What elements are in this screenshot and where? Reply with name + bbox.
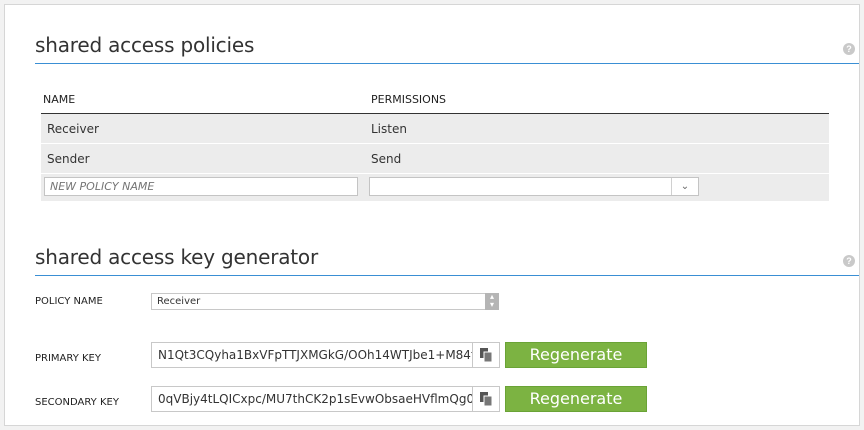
copy-icon bbox=[480, 392, 492, 406]
policies-title: shared access policies bbox=[35, 33, 255, 57]
regenerate-secondary-button[interactable]: Regenerate bbox=[505, 386, 647, 412]
policies-divider bbox=[35, 63, 859, 64]
select-arrows-icon[interactable]: ▴ ▾ bbox=[485, 293, 499, 310]
main-panel: shared access policies ? NAME PERMISSION… bbox=[4, 4, 860, 426]
permissions-select[interactable]: ⌄ bbox=[369, 177, 699, 196]
chevron-down-icon[interactable]: ⌄ bbox=[671, 178, 698, 195]
copy-primary-key-button[interactable] bbox=[473, 342, 500, 368]
column-header-name: NAME bbox=[43, 93, 76, 106]
policy-permission-cell: Send bbox=[371, 152, 402, 166]
policy-name-cell: Sender bbox=[47, 152, 90, 166]
new-policy-name-input[interactable] bbox=[44, 177, 358, 196]
table-row[interactable]: Receiver Listen bbox=[41, 114, 829, 144]
generator-divider bbox=[35, 275, 859, 276]
table-header: NAME PERMISSIONS bbox=[41, 87, 829, 114]
table-row[interactable]: Sender Send bbox=[41, 144, 829, 174]
column-header-permissions: PERMISSIONS bbox=[371, 93, 447, 106]
secondary-key-field[interactable]: 0qVBjy4tLQICxpc/MU7thCK2p1sEvwObsaeHVflm… bbox=[151, 386, 473, 412]
policy-permission-cell: Listen bbox=[371, 122, 407, 136]
copy-icon bbox=[480, 348, 492, 362]
new-policy-row: ⌄ bbox=[41, 174, 829, 201]
policy-name-cell: Receiver bbox=[47, 122, 99, 136]
policy-name-select-value: Receiver bbox=[157, 296, 201, 307]
policy-name-label: POLICY NAME bbox=[35, 296, 103, 307]
primary-key-label: PRIMARY KEY bbox=[35, 353, 101, 364]
primary-key-field[interactable]: N1Qt3CQyha1BxVFpTTJXMGkG/OOh14WTJbe1+M84… bbox=[151, 342, 473, 368]
policy-name-select[interactable]: Receiver ▴ ▾ bbox=[151, 293, 499, 310]
help-icon[interactable]: ? bbox=[843, 255, 855, 267]
secondary-key-label: SECONDARY KEY bbox=[35, 397, 119, 408]
help-icon[interactable]: ? bbox=[843, 43, 855, 55]
regenerate-primary-button[interactable]: Regenerate bbox=[505, 342, 647, 368]
policies-table: NAME PERMISSIONS Receiver Listen Sender … bbox=[41, 87, 829, 201]
generator-title: shared access key generator bbox=[35, 245, 318, 269]
copy-secondary-key-button[interactable] bbox=[473, 386, 500, 412]
